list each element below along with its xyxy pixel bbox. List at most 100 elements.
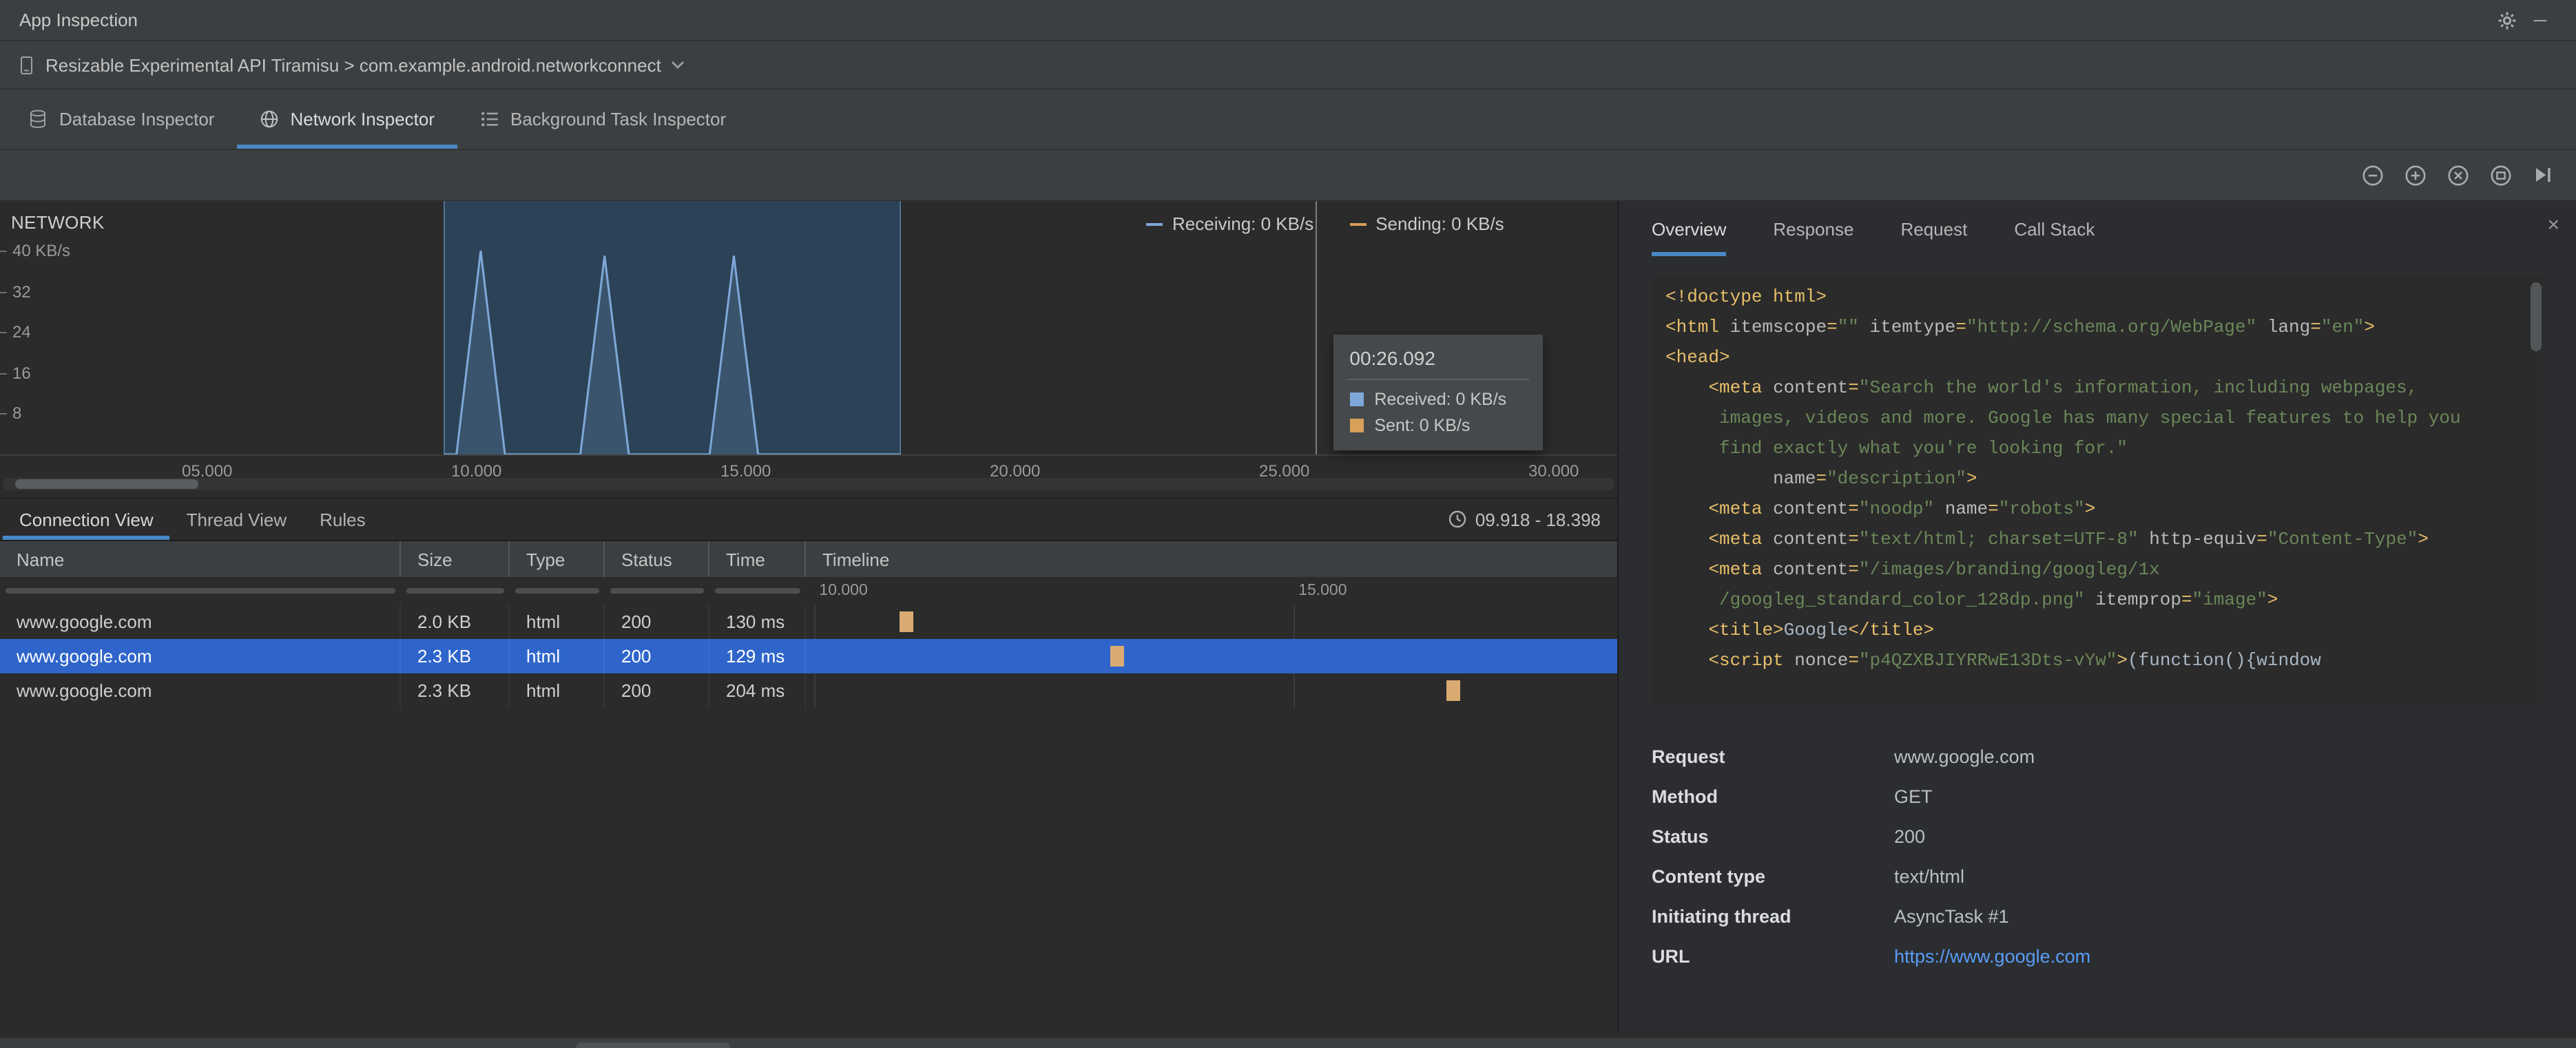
cell-type: html [510,605,605,639]
chevron-down-icon[interactable] [671,61,685,69]
chart-h-scrollbar[interactable] [3,478,1614,490]
toolwindow-terminal[interactable]: Terminal [464,1042,572,1048]
code-scrollbar[interactable] [2531,278,2542,702]
code-line: <meta content="text/html; charset=UTF-8"… [1708,529,2429,549]
detail-label-url: URL [1652,946,1690,967]
tooltip-sent-row: Sent: 0 KB/s [1349,416,1526,435]
bottom-toolwindow-bar: Version ControlRunTODOProblemsTerminalAp… [0,1037,2576,1048]
tab-response[interactable]: Response [1773,201,1853,256]
tab-connection-view[interactable]: Connection View [3,499,170,540]
column-grip [610,588,704,594]
received-swatch [1349,392,1364,406]
sent-swatch [1349,419,1364,432]
process-selector[interactable]: Resizable Experimental API Tiramisu > co… [45,54,661,75]
tab-thread-view[interactable]: Thread View [170,499,304,540]
y-axis-label: 40 KB/s [12,241,71,260]
tab-label: Network Inspector [290,109,435,129]
code-line: <!doctype html> [1665,286,1827,307]
toolwindow-services[interactable]: Services [1026,1042,1134,1048]
detail-tab-bar: Overview Response Request Call Stack [1619,201,2576,256]
database-icon [28,109,48,129]
tab-network-inspector[interactable]: Network Inspector [236,90,457,149]
connections-rows: www.google.com 2.0 KB html 200 130 ms ww… [0,605,1617,708]
column-grip [406,588,504,594]
selection-time-range: 09.918 - 18.398 [1448,509,1601,530]
column-grip [715,588,800,594]
reset-zoom-button[interactable] [2441,158,2474,191]
col-header-timeline[interactable]: Timeline [806,541,1617,577]
col-header-name[interactable]: Name [0,541,401,577]
toolwindow-version-control[interactable]: Version Control [11,1042,169,1048]
settings-gear-icon[interactable] [2491,3,2524,36]
tab-background-task-inspector[interactable]: Background Task Inspector [457,90,748,149]
cell-size: 2.3 KB [401,639,510,673]
timeline-ruler: 10.000 15.000 [0,578,1617,605]
request-timeline-block[interactable] [1110,646,1125,667]
cell-timeline [806,673,1617,708]
connection-row[interactable]: www.google.com 2.3 KB html 200 129 ms [0,639,1617,673]
col-header-time[interactable]: Time [709,541,806,577]
cell-size: 2.0 KB [401,605,510,639]
network-inspector-left-pane: NETWORK Receiving: 0 KB/s Sending: 0 KB/… [0,201,1619,1033]
chart-legend: Receiving: 0 KB/s Sending: 0 KB/s [1146,213,1504,234]
tab-label: Background Task Inspector [510,109,727,129]
tab-call-stack[interactable]: Call Stack [2014,201,2095,256]
toolwindow-app-inspection[interactable]: App Inspection [575,1042,730,1048]
connections-table-header: Name Size Type Status Time Timeline [0,541,1617,578]
url-link[interactable]: https://www.google.com [1894,946,2543,967]
connection-row[interactable]: www.google.com 2.0 KB html 200 130 ms [0,605,1617,639]
y-axis-label: 16 [12,363,31,383]
toolwindow-run[interactable]: Run [172,1042,248,1048]
connection-detail-pane: Overview Response Request Call Stack × <… [1619,201,2576,1033]
legend-sending: Sending: 0 KB/s [1349,213,1504,234]
cell-time: 130 ms [709,605,806,639]
sending-swatch [1349,222,1367,225]
legend-label: Receiving: 0 KB/s [1172,213,1314,234]
chart-h-scrollbar-thumb[interactable] [15,479,198,489]
cell-timeline [806,605,1617,639]
go-live-button[interactable] [2526,158,2559,191]
connections-panel: Connection View Thread View Rules 09.918… [0,497,1617,1033]
detail-value-request: www.google.com [1894,746,2035,767]
col-header-type[interactable]: Type [510,541,605,577]
tab-overview[interactable]: Overview [1652,201,1727,256]
cell-status: 200 [605,673,709,708]
zoom-in-button[interactable] [2398,158,2431,191]
code-line: name="description"> [1665,468,1977,489]
col-header-size[interactable]: Size [401,541,510,577]
detail-value-initiating-thread: AsyncTask #1 [1894,906,2009,927]
response-code-viewer[interactable]: <!doctype html> <html itemscope="" itemty… [1652,275,2543,705]
close-icon[interactable]: × [2547,215,2559,235]
toolwindow-app-quality-insights[interactable]: App Quality Insights [831,1042,1023,1048]
tab-request[interactable]: Request [1900,201,1967,256]
zoom-to-selection-button[interactable] [2484,158,2517,191]
cell-size: 2.3 KB [401,673,510,708]
network-chart[interactable]: NETWORK Receiving: 0 KB/s Sending: 0 KB/… [0,201,1617,497]
code-scrollbar-thumb[interactable] [2531,282,2542,351]
toolwindow-build[interactable]: Build [1137,1042,1219,1048]
inspector-tab-bar: Database Inspector Network Inspector Bac… [0,90,2576,150]
cell-type: html [510,639,605,673]
request-timeline-block[interactable] [1446,680,1460,701]
toolwindow-problems[interactable]: Problems [346,1042,461,1048]
detail-value-status: 200 [1894,826,1926,847]
tooltip-received: Received: 0 KB/s [1374,390,1507,409]
zoom-out-button[interactable] [2356,158,2389,191]
toolwindow-todo[interactable]: TODO [251,1042,344,1048]
request-timeline-block[interactable] [900,611,914,632]
cell-name: www.google.com [0,673,401,708]
col-header-status[interactable]: Status [605,541,709,577]
connection-row[interactable]: www.google.com 2.3 KB html 200 204 ms [0,673,1617,708]
detail-label-status: Status [1652,826,1709,847]
code-line: <script nonce="p4QZXBJIYRRwE13Dts-vYw">(… [1708,650,2321,671]
toolwindow-logcat[interactable]: Logcat [733,1042,828,1048]
chart-baseline [0,454,1617,456]
code-line: <meta content="noodp" name="robots"> [1708,499,2096,519]
connections-tab-bar: Connection View Thread View Rules 09.918… [0,499,1617,541]
tab-database-inspector[interactable]: Database Inspector [6,90,236,149]
toolwindow-profiler[interactable]: Profiler [1223,1042,1320,1048]
code-line: <head> [1665,347,1730,368]
hide-panel-icon[interactable]: ─ [2524,3,2557,36]
tab-rules[interactable]: Rules [303,499,382,540]
cell-status: 200 [605,605,709,639]
